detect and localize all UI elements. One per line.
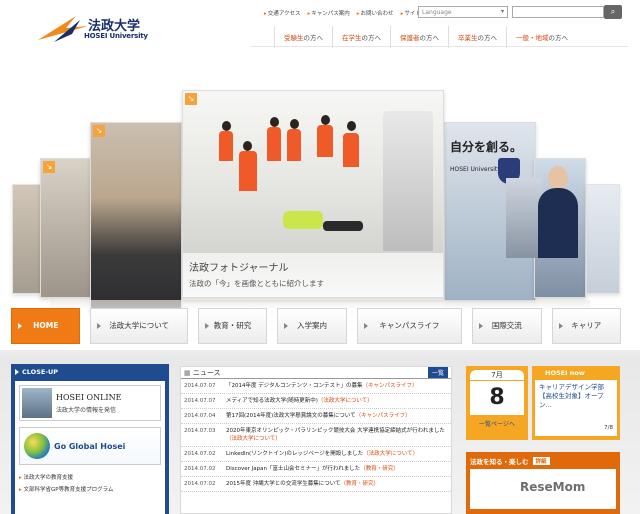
hero-slogan: 自分を創る。: [450, 140, 523, 154]
utility-link-access[interactable]: 交通アクセス: [264, 9, 301, 17]
news-panel: ニュース 一覧 2014.07.07「2014年度 デジタルコンテンツ・コンテス…: [180, 366, 452, 514]
nav-international[interactable]: 国際交流: [472, 308, 542, 344]
calendar-month: 7月: [470, 370, 524, 380]
scene-person: [283, 211, 323, 229]
arrow-icon: ↘: [43, 161, 55, 173]
brand-name-en: HOSEI University: [84, 32, 148, 40]
nav-education[interactable]: 教育・研究: [197, 308, 268, 344]
news-item[interactable]: 2014.07.02 LinkedIn(リンクトイン)のレッジページを開設しました…: [181, 447, 451, 462]
hero-carousel: ↘ ↘ ↘ 法政フォトジャーナル 法政の「今」を画像とともに紹介します 自分を創…: [10, 78, 630, 312]
arrow-icon: ↘: [185, 93, 197, 105]
audience-link-alumni[interactable]: 卒業生の方へ: [448, 26, 506, 48]
closeup-link[interactable]: 法政大学の教育支援: [19, 473, 161, 481]
enjoy-detail-button[interactable]: 詳細: [532, 457, 550, 465]
search-button[interactable]: ⌕: [604, 5, 622, 19]
carousel-card[interactable]: [586, 184, 620, 294]
globe-icon: [24, 433, 50, 459]
news-item[interactable]: 2014.07.07 メディアで知る法政大学(随時更新中)（法政大学について）: [181, 394, 451, 409]
scene-person: [267, 127, 281, 161]
go-global-banner[interactable]: Go Global Hosei: [19, 427, 161, 465]
event-calendar[interactable]: 7月 8 一覧ページへ: [466, 366, 528, 440]
nav-campus-life[interactable]: キャンパスライフ: [356, 308, 463, 344]
header-divider: [250, 46, 628, 47]
nav-about[interactable]: 法政大学について: [90, 308, 188, 344]
closeup-title: CLOSE-UP: [15, 368, 165, 376]
scene-person: [219, 131, 233, 161]
scene-person: [343, 133, 359, 167]
hosei-online-banner[interactable]: HOSEI ONLINE 法政大学の情報を発信: [19, 385, 161, 421]
enjoy-title: 法政を知る・楽しむ: [470, 458, 529, 466]
president-image: [538, 188, 578, 258]
scene-person: [287, 129, 301, 161]
audience-link-students[interactable]: 在学生の方へ: [332, 26, 390, 48]
carousel-card[interactable]: ↘: [40, 158, 92, 298]
news-item[interactable]: 2014.07.03 2020年東京オリンピック・パラリンピック競技大会 大学連携…: [181, 424, 451, 447]
hero-caption-sub: 法政の「今」を画像とともに紹介します: [189, 279, 324, 288]
calendar-day: 8: [470, 381, 524, 415]
audience-link-applicants[interactable]: 受験生の方へ: [274, 26, 332, 48]
nav-admissions[interactable]: 入学案内: [277, 308, 347, 344]
carousel-card[interactable]: [12, 184, 42, 294]
language-select[interactable]: Language: [418, 6, 508, 18]
scene-person: [239, 151, 257, 191]
utility-links: 交通アクセス キャンパス案内 お問い合わせ サイトマップ: [264, 9, 438, 17]
hosei-now-text[interactable]: キャリアデザイン学部【高校生対象】オープン...: [539, 383, 613, 410]
news-item[interactable]: 2014.07.04 第17回(2014年度)法政大学懸賞論文の募集について（キャ…: [181, 409, 451, 424]
news-list-button[interactable]: 一覧: [427, 367, 448, 378]
utility-link-campus[interactable]: キャンパス案内: [308, 9, 350, 17]
main-nav: HOME 法政大学について 教育・研究 入学案内 キャンパスライフ 国際交流 キ…: [11, 308, 621, 344]
audience-link-parents[interactable]: 保護者の方へ: [390, 26, 448, 48]
calendar-all-link[interactable]: 一覧ページへ: [470, 419, 524, 428]
news-item[interactable]: 2014.07.02 Discover Japan「富士山会セミナー」が行われまし…: [181, 462, 451, 477]
carousel-card-main[interactable]: ↘ 法政フォトジャーナル 法政の「今」を画像とともに紹介します: [182, 90, 444, 298]
banner-image: [22, 388, 52, 418]
carousel-card[interactable]: ↘: [90, 122, 182, 312]
hero-slogan-sub: HOSEI University: [450, 166, 501, 173]
hero-caption-title[interactable]: 法政フォトジャーナル: [189, 259, 437, 274]
watermark: ReseMom: [520, 480, 586, 494]
nav-home[interactable]: HOME: [11, 308, 81, 344]
audience-nav: 受験生の方へ 在学生の方へ 保護者の方へ 卒業生の方へ 一般・地域の方へ: [274, 26, 577, 48]
search-input[interactable]: [512, 6, 604, 18]
closeup-link[interactable]: 文部科学省GP等教育支援プログラム: [19, 485, 161, 493]
news-item[interactable]: 2014.07.07 「2014年度 デジタルコンテンツ・コンテスト」の募集（キャ…: [181, 379, 451, 394]
scene-person: [317, 125, 333, 157]
utility-link-contact[interactable]: お問い合わせ: [357, 9, 394, 17]
hosei-now-title: HOSEI now: [545, 369, 585, 377]
news-title: ニュース: [184, 368, 221, 378]
hosei-now-page: 7/8: [604, 425, 613, 431]
nav-career[interactable]: キャリア: [551, 308, 621, 344]
hosei-now-panel: HOSEI now キャリアデザイン学部【高校生対象】オープン... 7/8: [532, 366, 620, 440]
arrow-icon: ↘: [93, 125, 105, 137]
closeup-panel: CLOSE-UP HOSEI ONLINE 法政大学の情報を発信 Go Glob…: [11, 364, 169, 514]
search-icon: ⌕: [610, 7, 616, 16]
hero-caption: 法政フォトジャーナル 法政の「今」を画像とともに紹介します: [183, 253, 443, 297]
news-item[interactable]: 2014.07.02 2015年度 沖縄大学との交流学生募集について（教育・研究）: [181, 477, 451, 492]
audience-link-public[interactable]: 一般・地域の方へ: [506, 26, 577, 48]
building-image: [506, 178, 542, 258]
